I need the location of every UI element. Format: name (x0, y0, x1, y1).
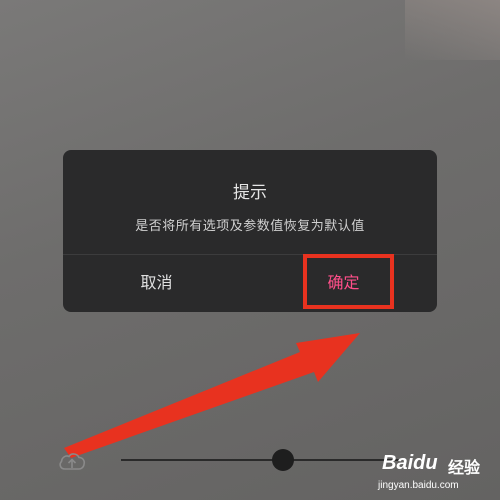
cloud-upload-icon[interactable] (57, 448, 87, 474)
watermark-text: 经验 (448, 460, 481, 477)
watermark-brand: Baidu (382, 452, 438, 474)
slider-track[interactable] (121, 459, 401, 461)
baidu-jingyan-watermark: Baidu 经验 jingyan.baidu.com (378, 452, 493, 494)
watermark-url: jingyan.baidu.com (378, 480, 459, 491)
